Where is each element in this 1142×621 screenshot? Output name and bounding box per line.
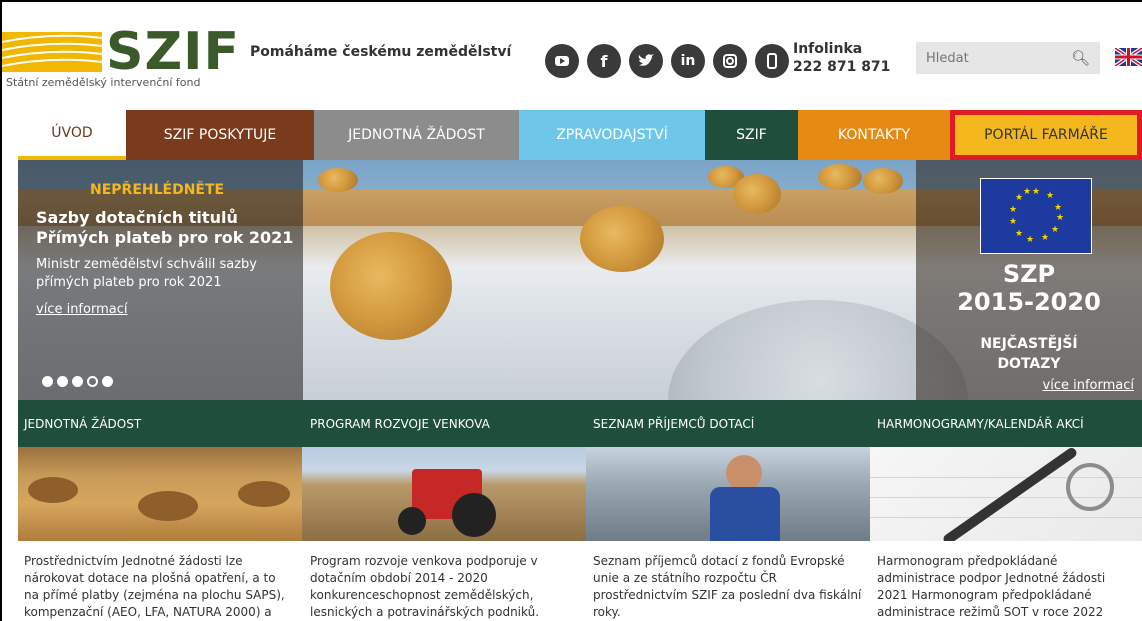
- twitter-icon[interactable]: [629, 44, 663, 78]
- slider-dots: [42, 376, 113, 387]
- szp-title: SZP 2015-2020: [916, 260, 1142, 316]
- szp-title-text: SZP: [1002, 260, 1056, 288]
- social-links: f in: [545, 44, 789, 78]
- linkedin-icon[interactable]: in: [671, 44, 705, 78]
- card-image-tractor[interactable]: [302, 447, 586, 541]
- hero-description: Ministr zemědělství schválil sazby přímý…: [36, 257, 257, 290]
- youtube-icon[interactable]: [545, 44, 579, 78]
- faq-line1: NEJČASTĚJŠÍ: [980, 336, 1078, 352]
- hero-caption: NEPŘEHLÉDNĚTE Sazby dotačních titulů Pří…: [18, 160, 303, 400]
- search-box: 🔍︎: [916, 42, 1100, 74]
- hay-bale-image: [318, 168, 358, 192]
- logo-subtitle: Státní zemědělský intervenční fond: [6, 76, 201, 89]
- instagram-icon[interactable]: [713, 44, 747, 78]
- window-border-top: [0, 0, 1142, 2]
- card-text-prv: Program rozvoje venkova podporuje v dota…: [310, 554, 540, 619]
- szp-banner[interactable]: ★ ★ ★ ★ ★ ★ ★ ★ ★ ★ ★ ★ SZP 2015-2020 NE…: [916, 160, 1142, 400]
- infolinka-label: Infolinka: [793, 41, 863, 57]
- card-image-farmer[interactable]: [586, 447, 870, 541]
- logo-text: SZIF: [106, 22, 241, 82]
- nav-zpravodajstvi[interactable]: ZPRAVODAJSTVÍ: [519, 110, 705, 160]
- hay-bale-image: [330, 232, 452, 340]
- slider-dot-active[interactable]: [87, 376, 98, 387]
- search-input[interactable]: [916, 42, 1086, 74]
- slider-dot[interactable]: [57, 376, 68, 387]
- faq-line2: DOTAZY: [997, 356, 1061, 372]
- mobile-icon[interactable]: [755, 44, 789, 78]
- english-flag-icon[interactable]: [1115, 48, 1142, 66]
- tagline: Pomáháme českému zemědělství: [250, 44, 512, 60]
- hay-bale-image: [818, 164, 862, 190]
- card-title-jednotna-zadost[interactable]: JEDNOTNÁ ŽÁDOST: [24, 400, 141, 447]
- logo-stripes-icon: [2, 32, 102, 72]
- card-image-hay-field[interactable]: [18, 447, 302, 541]
- card-text-jednotna-zadost: Prostřednictvím Jednotné žádosti lze nár…: [24, 554, 285, 619]
- nav-portal-farmare[interactable]: PORTÁL FARMÁŘE: [950, 110, 1142, 160]
- card-title-harmonogramy[interactable]: HARMONOGRAMY/KALENDÁŘ AKCÍ: [877, 400, 1084, 447]
- eu-flag-icon: ★ ★ ★ ★ ★ ★ ★ ★ ★ ★ ★ ★: [980, 178, 1092, 254]
- card-text-harmonogramy: Harmonogram předpokládané administrace p…: [877, 554, 1106, 619]
- nav-jednotna-zadost[interactable]: JEDNOTNÁ ŽÁDOST: [314, 110, 519, 160]
- slider-dot[interactable]: [72, 376, 83, 387]
- card-image-pen-notebook[interactable]: [870, 447, 1142, 541]
- nav-szif-poskytuje[interactable]: SZIF POSKYTUJE: [126, 110, 314, 160]
- hero-more-link[interactable]: více informací: [36, 302, 127, 317]
- szif-logo[interactable]: SZIF Státní zemědělský intervenční fond: [2, 22, 239, 96]
- faq-more-link[interactable]: více informací: [1043, 378, 1134, 393]
- facebook-icon[interactable]: f: [587, 44, 621, 78]
- main-nav: ÚVOD SZIF POSKYTUJE JEDNOTNÁ ŽÁDOST ZPRA…: [18, 110, 1142, 160]
- page: SZIF Státní zemědělský intervenční fond …: [0, 0, 1142, 621]
- card-title-prv[interactable]: PROGRAM ROZVOJE VENKOVA: [310, 400, 490, 447]
- search-icon[interactable]: 🔍︎: [1071, 49, 1090, 67]
- faq-heading: NEJČASTĚJŠÍ DOTAZY: [916, 334, 1142, 374]
- hay-bale-image: [733, 174, 781, 214]
- hero-kicker: NEPŘEHLÉDNĚTE: [90, 182, 225, 198]
- nav-szif[interactable]: SZIF: [705, 110, 798, 160]
- hero-slider[interactable]: NEPŘEHLÉDNĚTE Sazby dotačních titulů Pří…: [18, 160, 1142, 400]
- nav-kontakty[interactable]: KONTAKTY: [798, 110, 950, 160]
- slider-dot[interactable]: [42, 376, 53, 387]
- infolinka-number[interactable]: 222 871 871: [793, 58, 890, 76]
- slider-dot[interactable]: [102, 376, 113, 387]
- hero-title[interactable]: Sazby dotačních titulů Přímých plateb pr…: [36, 208, 296, 248]
- infolinka: Infolinka 222 871 871: [793, 40, 890, 76]
- hay-bale-image: [863, 168, 903, 194]
- szp-years: 2015-2020: [957, 288, 1101, 316]
- nav-uvod[interactable]: ÚVOD: [18, 110, 126, 160]
- card-title-seznam-prijemcu[interactable]: SEZNAM PŘÍJEMCŮ DOTACÍ: [593, 400, 754, 447]
- card-text-seznam-prijemcu: Seznam příjemců dotací z fondů Evropské …: [593, 554, 862, 619]
- hay-bale-image: [580, 206, 664, 272]
